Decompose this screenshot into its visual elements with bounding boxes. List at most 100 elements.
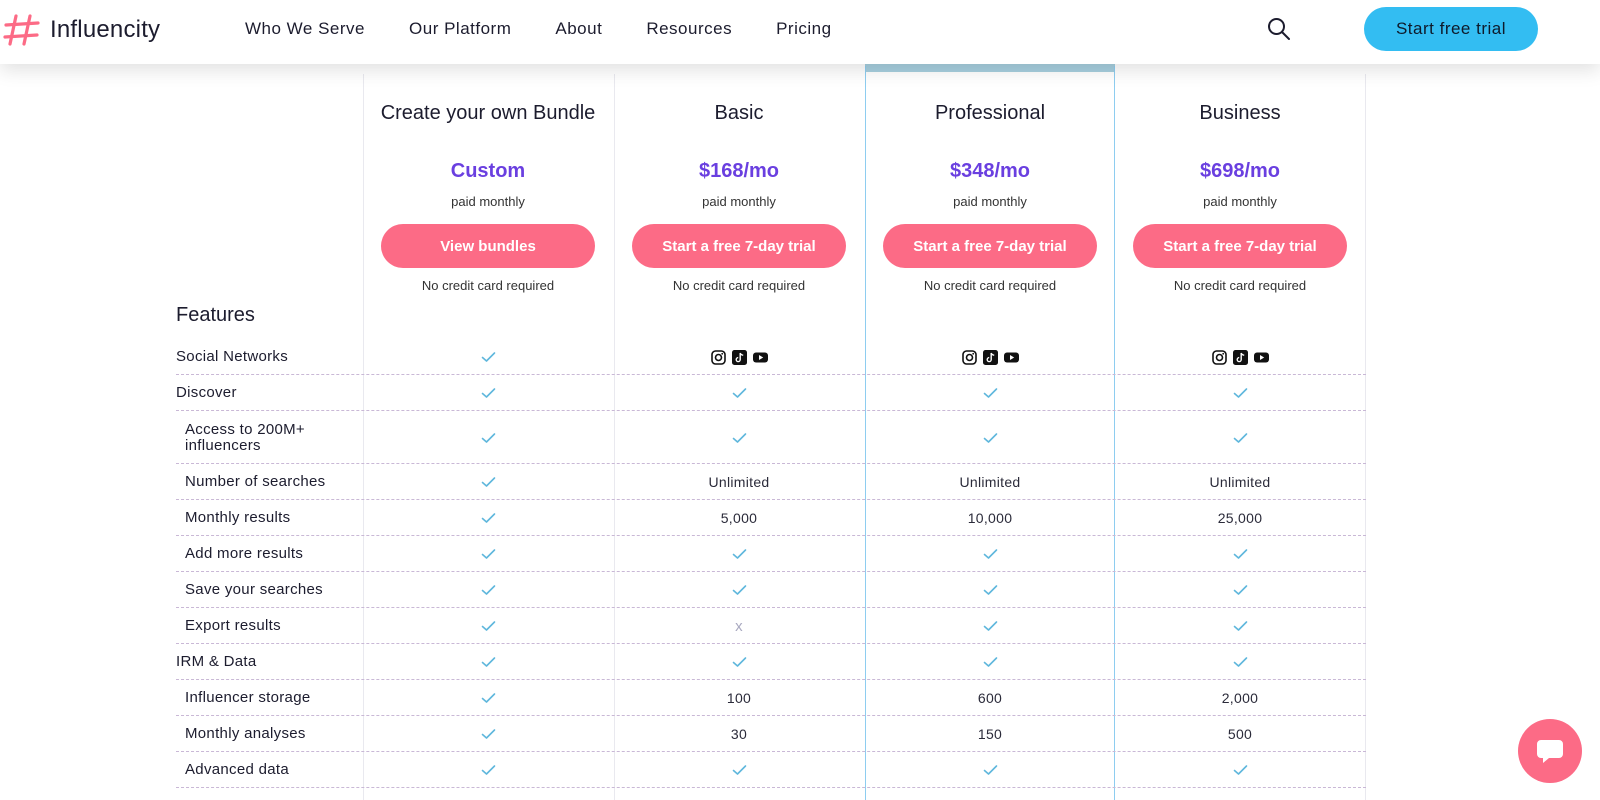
plan-period: paid monthly	[702, 194, 776, 209]
plan-period: paid monthly	[451, 194, 525, 209]
feature-cell-basic	[614, 752, 864, 788]
feature-cell-create-your-own-bundle	[363, 500, 613, 536]
feature-value: 2,000	[1221, 690, 1259, 706]
feature-cell-create-your-own-bundle	[363, 464, 613, 500]
check-icon	[983, 657, 997, 667]
x-icon: x	[735, 617, 743, 635]
chat-icon	[1537, 740, 1563, 763]
check-icon	[1233, 549, 1247, 559]
logo[interactable]: Influencity	[2, 10, 160, 50]
check-icon	[1233, 388, 1247, 398]
nav-resources[interactable]: Resources	[646, 19, 732, 39]
plan-note: No credit card required	[672, 278, 806, 293]
feature-cell-professional	[865, 339, 1115, 375]
feature-group-label: Social Networks	[176, 348, 289, 365]
feature-cell-basic	[614, 536, 864, 572]
check-icon	[481, 352, 495, 362]
tiktok-icon	[731, 349, 747, 365]
feature-cell-professional: 10,000	[865, 500, 1115, 536]
feature-cell-professional: Unlimited	[865, 464, 1115, 500]
social-networks-icons	[961, 349, 1019, 365]
check-icon	[481, 585, 495, 595]
check-icon	[983, 388, 997, 398]
check-icon	[481, 729, 495, 739]
feature-cell-professional	[865, 572, 1115, 608]
feature-cell-basic: x	[614, 608, 864, 644]
instagram-icon	[961, 349, 977, 365]
feature-cell-basic	[614, 644, 864, 680]
feature-label: Save your searches	[185, 581, 323, 598]
check-icon	[481, 513, 495, 523]
feature-cell-professional	[865, 644, 1115, 680]
feature-cell-basic: 5,000	[614, 500, 864, 536]
social-networks-icons	[1211, 349, 1269, 365]
check-icon	[732, 657, 746, 667]
feature-cell-create-your-own-bundle	[363, 375, 613, 411]
feature-cell-create-your-own-bundle	[363, 608, 613, 644]
check-icon	[732, 549, 746, 559]
nav-pricing[interactable]: Pricing	[776, 19, 831, 39]
row-divider	[176, 787, 1366, 788]
feature-label: Influencer storage	[185, 689, 311, 706]
feature-cell-professional	[865, 536, 1115, 572]
instagram-icon	[710, 349, 726, 365]
feature-row-save-your-searches: Save your searches	[176, 572, 1366, 608]
plan-cta-button[interactable]: Start a free 7-day trial	[1133, 224, 1347, 268]
feature-cell-create-your-own-bundle	[363, 536, 613, 572]
plan-period: paid monthly	[953, 194, 1027, 209]
nav-our-platform[interactable]: Our Platform	[409, 19, 511, 39]
search-icon[interactable]	[1266, 16, 1292, 42]
check-icon	[1233, 621, 1247, 631]
feature-cell-business	[1115, 339, 1365, 375]
feature-group-label: Discover	[176, 384, 237, 401]
feature-cell-basic	[614, 339, 864, 375]
feature-cell-professional: 600	[865, 680, 1115, 716]
start-free-trial-button[interactable]: Start free trial	[1364, 7, 1538, 51]
feature-row-add-more-results: Add more results	[176, 536, 1366, 572]
instagram-icon	[1211, 349, 1227, 365]
chat-button[interactable]	[1518, 719, 1582, 783]
feature-cell-basic	[614, 572, 864, 608]
feature-label: Monthly results	[185, 509, 291, 526]
feature-cell-business	[1115, 375, 1365, 411]
feature-cell-business	[1115, 411, 1365, 464]
youtube-icon	[752, 352, 768, 362]
plan-note: No credit card required	[923, 278, 1057, 293]
feature-cell-business	[1115, 752, 1365, 788]
check-icon	[481, 477, 495, 487]
feature-cell-create-your-own-bundle	[363, 339, 613, 375]
nav-who-we-serve[interactable]: Who We Serve	[245, 19, 365, 39]
tiktok-icon	[1232, 349, 1248, 365]
check-icon	[481, 432, 495, 443]
feature-label: Number of searches	[185, 473, 326, 490]
feature-value: 30	[730, 726, 748, 742]
feature-cell-business	[1115, 536, 1365, 572]
check-icon	[732, 388, 746, 398]
feature-cell-business: 25,000	[1115, 500, 1365, 536]
youtube-icon	[1003, 352, 1019, 362]
feature-cell-basic: 30	[614, 716, 864, 752]
check-icon	[1233, 585, 1247, 595]
plan-cta-button[interactable]: Start a free 7-day trial	[632, 224, 846, 268]
feature-row-monthly-analyses: Monthly analyses 30 150 500	[176, 716, 1366, 752]
feature-cell-basic	[614, 411, 864, 464]
check-icon	[983, 432, 997, 443]
feature-cell-professional	[865, 752, 1115, 788]
check-icon	[983, 585, 997, 595]
nav-about[interactable]: About	[555, 19, 602, 39]
tiktok-icon	[982, 349, 998, 365]
plan-cta-button[interactable]: View bundles	[381, 224, 595, 268]
plan-period: paid monthly	[1203, 194, 1277, 209]
plan-name: Basic	[714, 102, 764, 124]
brand-name: Influencity	[50, 16, 161, 43]
plan-cta-button[interactable]: Start a free 7-day trial	[883, 224, 1097, 268]
feature-value: 25,000	[1217, 510, 1263, 526]
feature-cell-business: 2,000	[1115, 680, 1365, 716]
check-icon	[481, 693, 495, 703]
check-icon	[1233, 765, 1247, 775]
feature-cell-business	[1115, 608, 1365, 644]
feature-value: Unlimited	[959, 474, 1021, 490]
feature-cell-basic: Unlimited	[614, 464, 864, 500]
plan-name: Professional	[934, 102, 1046, 124]
pricing-table: Create your own Bundle Custom paid month…	[0, 0, 1600, 800]
